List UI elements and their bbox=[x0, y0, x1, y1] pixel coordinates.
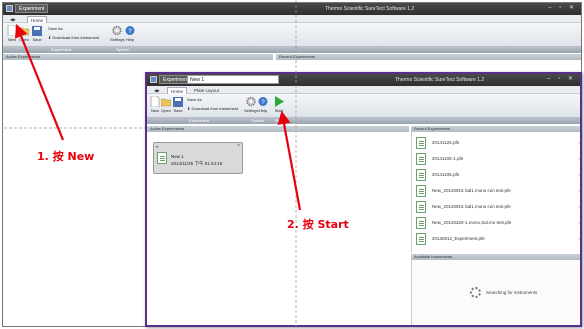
annotation-overlay bbox=[4, 0, 302, 329]
annotation-step1: 1. 按 New bbox=[37, 150, 95, 163]
arrow-step1 bbox=[14, 23, 65, 141]
arrow-step2 bbox=[277, 110, 302, 211]
annotation-step2: 2. 按 Start bbox=[287, 218, 349, 231]
